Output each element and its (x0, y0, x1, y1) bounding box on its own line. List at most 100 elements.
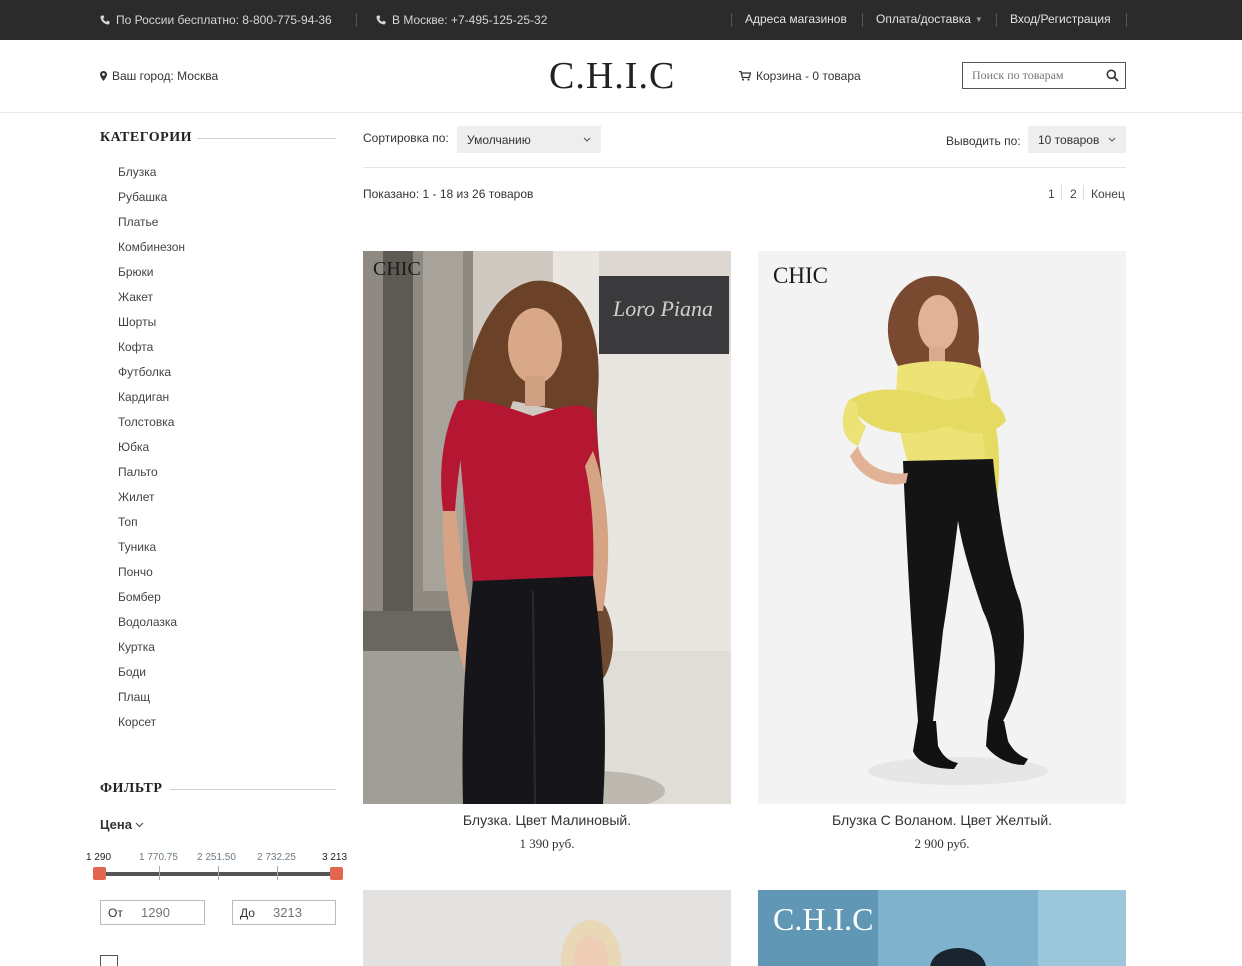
category-item[interactable]: Топ (118, 515, 185, 540)
per-page-label: Выводить по: (946, 134, 1021, 148)
category-item[interactable]: Толстовка (118, 415, 185, 440)
city-label: Ваш город: Москва (112, 69, 219, 83)
slider-tick-mark (218, 866, 219, 880)
product-price: 2 900 руб. (914, 836, 970, 851)
category-item[interactable]: Комбинезон (118, 240, 185, 265)
product-name[interactable]: Блузка. Цвет Малиновый. (363, 812, 731, 828)
category-item[interactable]: Платье (118, 215, 185, 240)
product-name[interactable]: Блузка С Воланом. Цвет Желтый. (758, 812, 1126, 828)
site-logo[interactable]: C.H.I.C (549, 54, 675, 98)
phone-moscow-text: В Москве: +7-495-125-25-32 (392, 13, 548, 27)
nav-link-payment[interactable]: Оплата/доставка ▼ (876, 12, 983, 26)
category-item[interactable]: Пончо (118, 565, 185, 590)
cart-icon (739, 71, 751, 81)
nav-link-login[interactable]: Вход/Регистрация (1010, 12, 1111, 26)
category-item[interactable]: Кардиган (118, 390, 185, 415)
category-item[interactable]: Водолазка (118, 615, 185, 640)
category-item[interactable]: Корсет (118, 715, 185, 740)
page-link-1[interactable]: 1 (1048, 187, 1055, 201)
category-item[interactable]: Жакет (118, 290, 185, 315)
price-tick: 1 770.75 (139, 852, 178, 863)
product-photo-red-blouse: Loro Piana (363, 251, 731, 804)
price-tick: 2 732.25 (257, 852, 296, 863)
slider-tick-mark (277, 866, 278, 880)
product-brand-label: C.H.I.C (773, 901, 874, 937)
category-item[interactable]: Бомбер (118, 590, 185, 615)
product-brand-label: CHIC (773, 263, 828, 288)
category-item[interactable]: Брюки (118, 265, 185, 290)
city-selector[interactable]: Ваш город: Москва (100, 69, 218, 83)
cart-link[interactable]: Корзина - 0 товара (739, 69, 861, 83)
divider (1083, 185, 1084, 200)
product-image[interactable]: Loro Piana (363, 251, 731, 804)
caret-down-icon: ▼ (974, 15, 983, 24)
header: Ваш город: Москва C.H.I.C Корзина - 0 то… (0, 40, 1242, 113)
product-image[interactable] (758, 251, 1126, 804)
top-bar: По России бесплатно: 8-800-775-94-36 В М… (0, 0, 1242, 40)
divider (363, 167, 1126, 168)
product-brand-label: CHIC (373, 258, 421, 280)
category-item[interactable]: Блузка (118, 165, 185, 190)
slider-tick-mark (159, 866, 160, 880)
category-item[interactable]: Куртка (118, 640, 185, 665)
category-list: Блузка Рубашка Платье Комбинезон Брюки Жакет Ш… (118, 165, 185, 740)
divider (1061, 185, 1062, 200)
price-from-field: От (100, 900, 205, 925)
price-tick: 2 251.50 (197, 852, 236, 863)
divider (862, 13, 863, 27)
product-photo-yellow-blouse (758, 251, 1126, 804)
category-item[interactable]: Боди (118, 665, 185, 690)
price-to-label: До (240, 905, 255, 920)
divider (731, 13, 732, 27)
product-image[interactable] (363, 890, 731, 966)
price-filter-toggle[interactable]: Цена (100, 817, 144, 832)
nav-link-payment-label: Оплата/доставка (876, 12, 971, 26)
cart-label: Корзина - 0 товара (756, 69, 861, 83)
category-item[interactable]: Кофта (118, 340, 185, 365)
per-page-select-value: 10 товаров (1038, 132, 1100, 147)
price-tick: 3 213 (322, 852, 348, 863)
results-count: Показано: 1 - 18 из 26 товаров (363, 187, 534, 201)
category-item[interactable]: Шорты (118, 315, 185, 340)
price-to-input[interactable] (273, 905, 329, 920)
nav-link-stores[interactable]: Адреса магазинов (745, 12, 847, 26)
search-input[interactable] (963, 63, 1103, 88)
category-item[interactable]: Жилет (118, 490, 185, 515)
sort-select[interactable]: Умолчанию (457, 126, 601, 153)
search-icon[interactable] (1106, 69, 1119, 82)
chevron-down-icon (583, 137, 591, 142)
page-link-2[interactable]: 2 (1070, 187, 1077, 201)
category-item[interactable]: Юбка (118, 440, 185, 465)
category-item[interactable]: Плащ (118, 690, 185, 715)
product-photo-blonde (363, 890, 731, 966)
category-item[interactable]: Рубашка (118, 190, 185, 215)
chevron-down-icon (1108, 137, 1116, 142)
phone-russia-text: По России бесплатно: 8-800-775-94-36 (116, 13, 332, 27)
category-item[interactable]: Футболка (118, 365, 185, 390)
price-from-label: От (108, 905, 123, 920)
divider (1126, 13, 1127, 27)
filter-checkbox[interactable] (100, 955, 118, 966)
category-item[interactable]: Туника (118, 540, 185, 565)
filter-title: ФИЛЬТР (100, 781, 163, 796)
svg-text:Loro Piana: Loro Piana (612, 296, 713, 321)
category-item[interactable]: Пальто (118, 465, 185, 490)
phone-russia[interactable]: По России бесплатно: 8-800-775-94-36 (100, 13, 332, 27)
sort-label: Сортировка по: (363, 131, 449, 145)
per-page-select[interactable]: 10 товаров (1028, 126, 1126, 153)
product-price: 1 390 руб. (519, 836, 575, 851)
sort-select-value: Умолчанию (467, 132, 531, 147)
divider (170, 789, 336, 790)
search-box (962, 62, 1126, 89)
map-pin-icon (100, 71, 107, 81)
divider (197, 138, 336, 139)
price-slider-max-handle[interactable] (330, 867, 343, 880)
price-from-input[interactable] (141, 905, 197, 920)
divider (996, 13, 997, 27)
price-slider-min-handle[interactable] (93, 867, 106, 880)
chevron-down-icon (135, 822, 144, 827)
page-link-last[interactable]: Конец (1091, 187, 1125, 201)
phone-icon (376, 15, 386, 25)
categories-title: КАТЕГОРИИ (100, 130, 192, 145)
phone-moscow[interactable]: В Москве: +7-495-125-25-32 (376, 13, 547, 27)
